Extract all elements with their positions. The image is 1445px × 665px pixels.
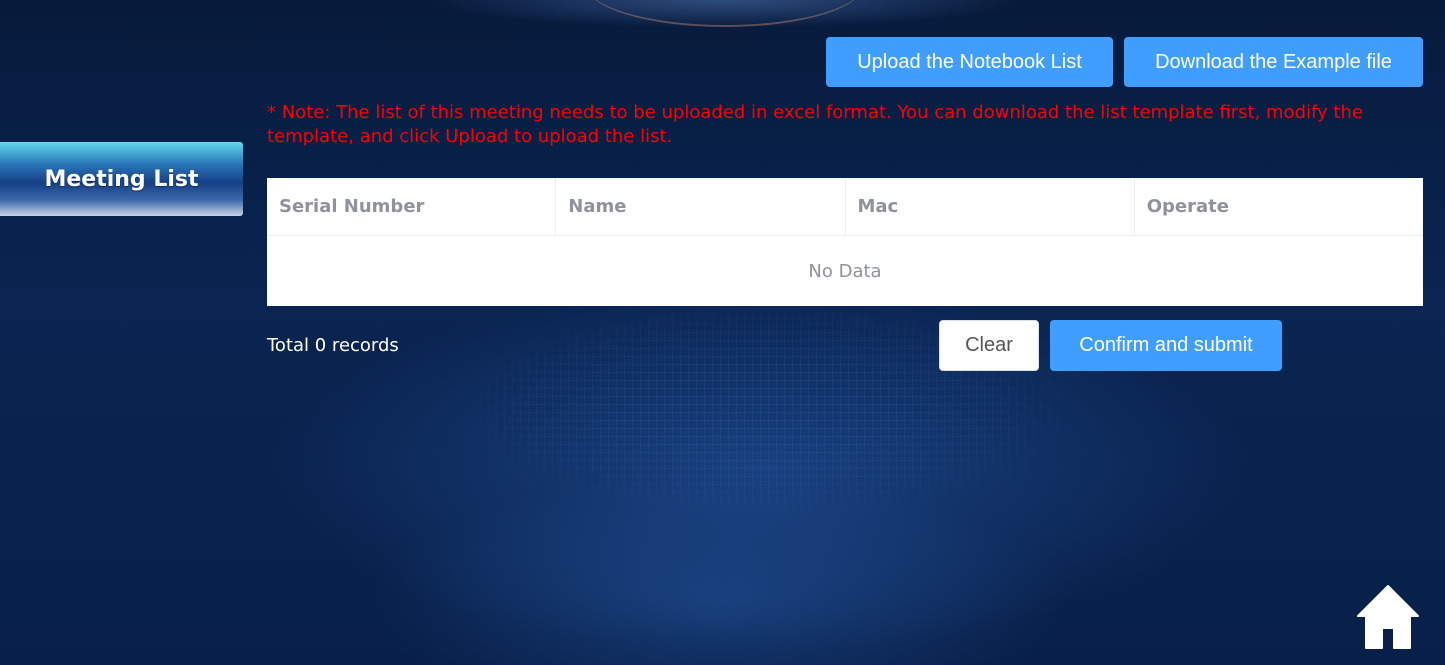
confirm-submit-button[interactable]: Confirm and submit: [1050, 320, 1282, 371]
download-button-label: Download the Example file: [1155, 50, 1392, 73]
total-records-count: Total 0 records: [267, 335, 399, 356]
table-header: Serial Number Name Mac Operate: [267, 178, 1423, 236]
column-header-mac: Mac: [846, 178, 1135, 235]
home-button[interactable]: [1356, 584, 1420, 650]
upload-button-label: Upload the Notebook List: [857, 50, 1082, 73]
column-header-operate: Operate: [1146, 196, 1229, 217]
upload-note: * Note: The list of this meeting needs t…: [267, 102, 1363, 147]
confirm-button-label: Confirm and submit: [1079, 334, 1253, 356]
table-empty-message: No Data: [808, 260, 882, 282]
sidebar-tab-label: Meeting List: [44, 166, 199, 192]
column-header-serial-number: Serial Number: [267, 178, 557, 235]
meeting-list-table: Serial Number Name Mac Operate No Data: [267, 178, 1423, 306]
download-example-file-button[interactable]: Download the Example file: [1124, 37, 1423, 87]
column-header-name: Name: [556, 178, 846, 235]
sidebar-tab-meeting-list[interactable]: Meeting List: [0, 142, 243, 216]
clear-button-label: Clear: [965, 334, 1013, 356]
upload-notebook-list-button[interactable]: Upload the Notebook List: [826, 37, 1113, 87]
home-icon: [1357, 585, 1419, 649]
background-arc: [585, 0, 865, 27]
clear-button[interactable]: Clear: [939, 320, 1039, 371]
